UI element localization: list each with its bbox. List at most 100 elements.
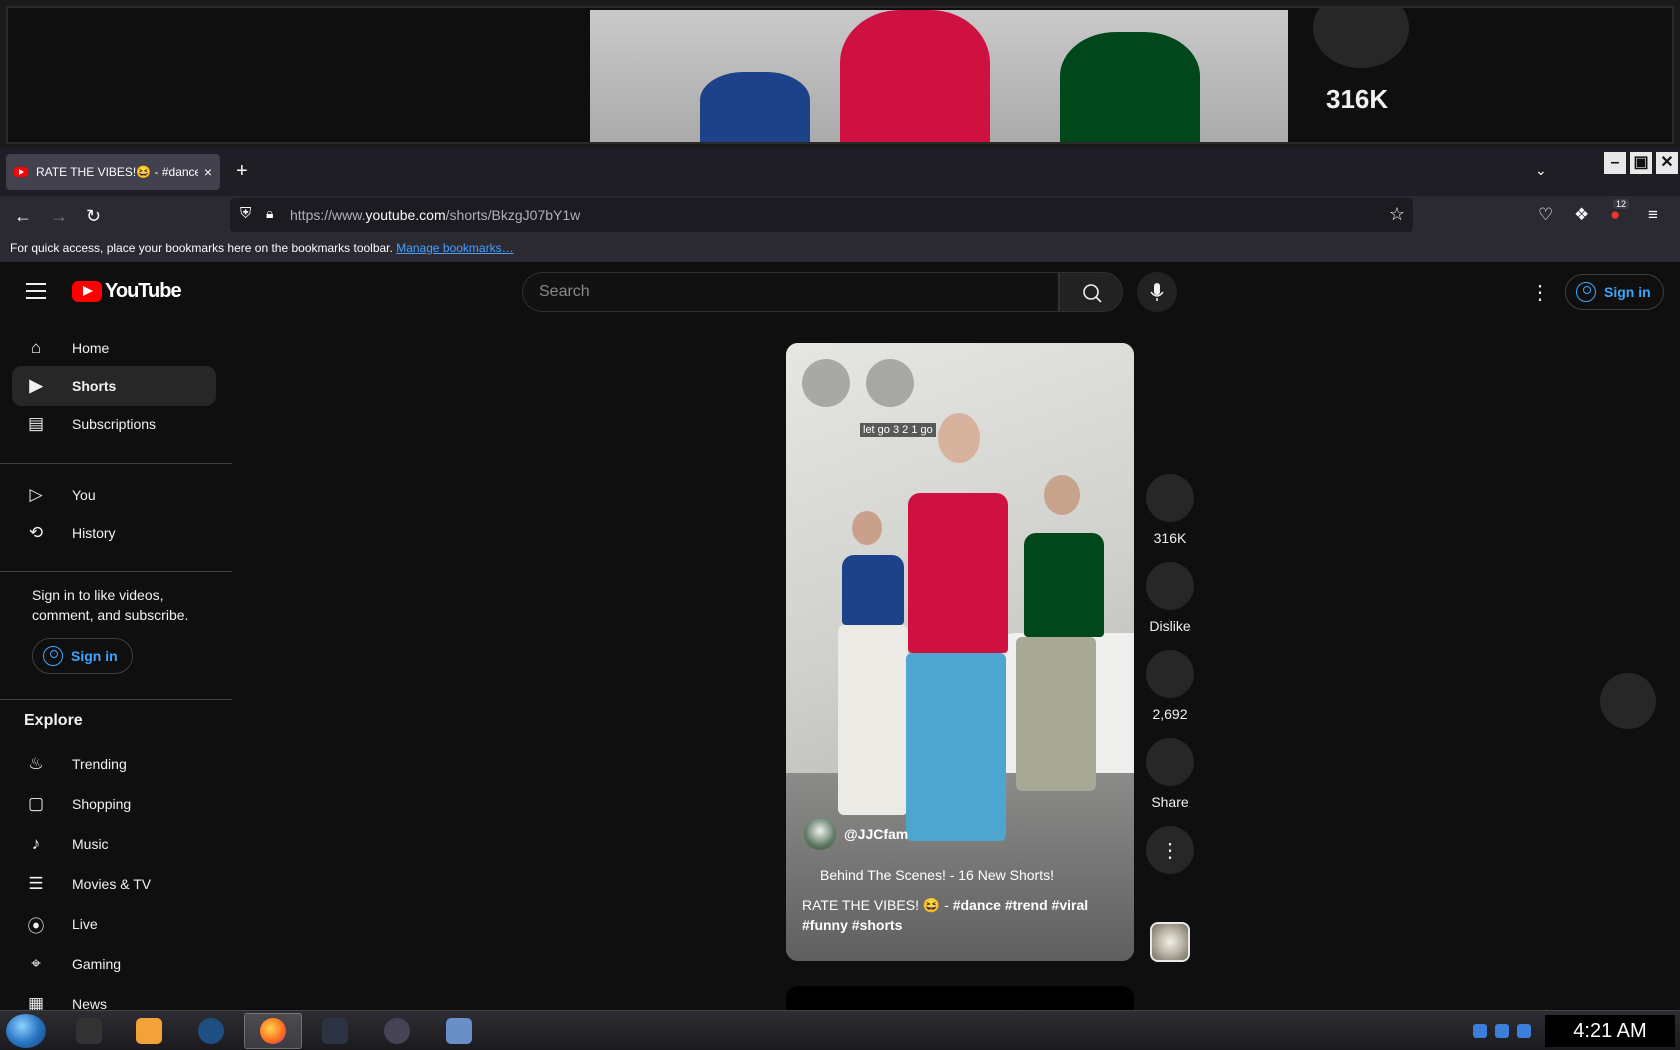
channel-avatar[interactable] xyxy=(804,818,836,850)
minimize-button[interactable]: – xyxy=(1604,152,1626,174)
mute-button[interactable] xyxy=(866,359,914,407)
sidebar-sign-in-button[interactable]: Sign in xyxy=(32,638,133,674)
extension-badge: 12 xyxy=(1613,199,1630,209)
taskbar-app-computer[interactable] xyxy=(430,1013,488,1049)
pocket-icon[interactable]: ♡ xyxy=(1538,205,1553,225)
video-person xyxy=(908,493,1008,653)
taskbar-app-terminal[interactable] xyxy=(60,1013,118,1049)
manage-bookmarks-link[interactable]: Manage bookmarks… xyxy=(396,241,513,255)
computer-icon xyxy=(446,1018,472,1044)
preview-like-button xyxy=(1313,8,1409,68)
explore-heading: Explore xyxy=(24,712,83,729)
reload-icon[interactable]: ↻ xyxy=(86,206,101,227)
comments-action: 2,692 xyxy=(1146,650,1194,722)
guide-sidebar: ⌂ Home ▶ Shorts ▤ Subscriptions ▷ You ⟲ … xyxy=(0,322,232,1013)
comment-count: 2,692 xyxy=(1152,706,1188,722)
home-icon: ⌂ xyxy=(30,338,42,357)
youtube-page: YouTube Search ⋮ Sign in ⌂ Home ▶ Shorts… xyxy=(0,262,1680,1013)
system-tray xyxy=(1465,1015,1545,1047)
sidebar-item-home[interactable]: ⌂ Home xyxy=(12,328,216,368)
channel-row[interactable]: @JJCfam xyxy=(804,818,908,850)
more-actions-button[interactable]: ⋮ xyxy=(1146,826,1194,874)
like-action: 316K xyxy=(1146,474,1194,546)
tab-list-chevron-icon[interactable]: ⌄ xyxy=(1535,162,1547,179)
network-icon[interactable] xyxy=(1473,1024,1487,1038)
sidebar-item-subscriptions[interactable]: ▤ Subscriptions xyxy=(12,404,216,444)
short-video-player[interactable]: let go 3 2 1 go @JJCfam Behind The Scene… xyxy=(786,343,1134,961)
voice-search-button[interactable] xyxy=(1137,272,1177,312)
comments-button[interactable] xyxy=(1146,650,1194,698)
shorts-icon: ▶ xyxy=(29,376,43,395)
tab-close-icon[interactable]: × xyxy=(204,164,212,180)
movies-icon: ☰ xyxy=(28,874,44,893)
more-action: ⋮ xyxy=(1146,826,1194,874)
maximize-button[interactable]: ▣ xyxy=(1630,152,1652,174)
subscriptions-icon: ▤ xyxy=(27,414,45,433)
search-button[interactable] xyxy=(1059,272,1123,312)
forward-arrow-icon[interactable]: → xyxy=(50,206,68,227)
sidebar-item-live[interactable]: ⦿ Live xyxy=(12,904,216,944)
sidebar-item-history[interactable]: ⟲ History xyxy=(12,513,216,553)
new-tab-button[interactable]: + xyxy=(236,160,248,183)
lock-icon[interactable]: 🔒︎ xyxy=(266,205,273,222)
like-button[interactable] xyxy=(1146,474,1194,522)
gaming-icon: ⌖ xyxy=(31,954,41,973)
share-button[interactable] xyxy=(1146,738,1194,786)
video-person xyxy=(938,413,980,463)
search-input[interactable]: Search xyxy=(522,272,1059,312)
sidebar-divider xyxy=(0,463,232,464)
masthead: YouTube Search ⋮ Sign in xyxy=(0,262,1680,322)
close-window-button[interactable]: ✕ xyxy=(1656,152,1678,174)
sidebar-item-shopping[interactable]: ▢ Shopping xyxy=(12,784,216,824)
bookmark-star-icon[interactable]: ☆ xyxy=(1389,204,1405,225)
short-title[interactable]: RATE THE VIBES! 😆 - #dance #trend #viral… xyxy=(802,895,1122,935)
taskbar-app-camera[interactable] xyxy=(306,1013,364,1049)
audio-source-thumbnail[interactable] xyxy=(1150,922,1190,962)
play-pause-button[interactable] xyxy=(802,359,850,407)
linked-short-link[interactable]: Behind The Scenes! - 16 New Shorts! xyxy=(820,867,1054,883)
channel-name[interactable]: @JJCfam xyxy=(844,826,908,842)
sidebar-divider xyxy=(0,699,232,700)
sidebar-item-you[interactable]: ▷ You xyxy=(12,475,216,515)
sidebar-item-shorts[interactable]: ▶ Shorts xyxy=(12,366,216,406)
dislike-button[interactable] xyxy=(1146,562,1194,610)
video-person xyxy=(842,555,904,625)
start-menu-button[interactable] xyxy=(6,1014,46,1048)
browser-tab-active[interactable]: RATE THE VIBES!😆 - #dance # × xyxy=(6,154,220,190)
settings-more-icon[interactable]: ⋮ xyxy=(1530,280,1550,305)
youtube-play-icon xyxy=(72,281,102,302)
back-arrow-icon[interactable]: ← xyxy=(14,206,32,227)
taskbar-clock[interactable]: 4:21 AM xyxy=(1545,1015,1675,1047)
taskbar-app-globe[interactable] xyxy=(182,1013,240,1049)
url-bar[interactable]: ⛨ 🔒︎ https://www.youtube.com/shorts/Bkzg… xyxy=(230,198,1413,232)
bookmarks-hint: For quick access, place your bookmarks h… xyxy=(10,241,393,255)
shield-icon[interactable]: ⛨ xyxy=(240,205,251,222)
browser-tab-bar: RATE THE VIBES!😆 - #dance # × + ⌄ – ▣ ✕ xyxy=(0,148,1680,196)
sidebar-item-gaming[interactable]: ⌖ Gaming xyxy=(12,944,216,984)
camera-icon xyxy=(322,1018,348,1044)
sidebar-item-trending[interactable]: ♨ Trending xyxy=(12,744,216,784)
taskbar-app-disc[interactable] xyxy=(368,1013,426,1049)
sidebar-item-music[interactable]: ♪ Music xyxy=(12,824,216,864)
preview-like-count: 316K xyxy=(1326,84,1389,114)
preview-frame: 316K xyxy=(6,6,1674,144)
youtube-logo[interactable]: YouTube xyxy=(72,280,182,303)
disc-icon xyxy=(384,1018,410,1044)
shopping-icon: ▢ xyxy=(27,794,45,813)
taskbar-app-media[interactable] xyxy=(120,1013,178,1049)
display-icon[interactable] xyxy=(1495,1024,1509,1038)
volume-icon[interactable] xyxy=(1517,1024,1531,1038)
media-player-icon xyxy=(136,1018,162,1044)
menu-icon[interactable]: ≡ xyxy=(1648,205,1658,225)
next-short-button[interactable] xyxy=(1600,673,1656,729)
sidebar-item-movies[interactable]: ☰ Movies & TV xyxy=(12,864,216,904)
next-short-preview xyxy=(786,986,1134,1010)
video-person xyxy=(852,511,882,545)
sign-in-button[interactable]: Sign in xyxy=(1565,274,1664,310)
live-icon: ⦿ xyxy=(27,916,45,936)
extensions-icon[interactable]: ❖ xyxy=(1574,205,1589,225)
sign-in-prompt: Sign in to like videos, comment, and sub… xyxy=(32,587,189,623)
taskbar-app-firefox[interactable] xyxy=(244,1013,302,1049)
guide-menu-icon[interactable] xyxy=(26,283,46,299)
terminal-icon xyxy=(76,1018,102,1044)
